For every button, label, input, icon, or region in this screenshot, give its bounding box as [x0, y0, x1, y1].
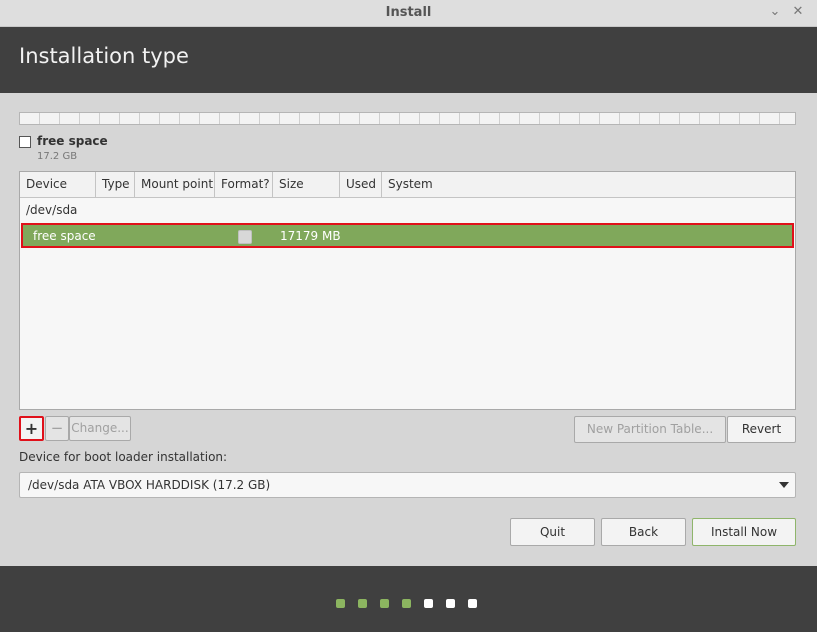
progress-footer — [0, 566, 817, 632]
column-used[interactable]: Used — [340, 172, 382, 197]
partition-table: Device Type Mount point Format? Size Use… — [19, 171, 796, 410]
disk-usage-bar — [19, 112, 796, 125]
format-checkbox[interactable] — [238, 230, 252, 244]
window-title: Install — [385, 5, 432, 20]
minimize-icon[interactable]: ⌄ — [767, 4, 783, 20]
install-now-button[interactable]: Install Now — [692, 518, 796, 546]
bootloader-device-select[interactable]: /dev/sda ATA VBOX HARDDISK (17.2 GB) — [19, 472, 796, 498]
column-format[interactable]: Format? — [215, 172, 273, 197]
free-space-legend-label: free space — [37, 134, 108, 148]
bootloader-label: Device for boot loader installation: — [19, 450, 228, 464]
column-system[interactable]: System — [382, 172, 795, 197]
progress-step-dot — [336, 599, 345, 608]
progress-step-dot — [380, 599, 389, 608]
dropdown-arrow-icon — [779, 482, 789, 488]
new-partition-table-button[interactable]: New Partition Table... — [574, 416, 726, 443]
table-row-free-space[interactable]: free space 17179 MB — [21, 223, 794, 248]
free-space-legend-size: 17.2 GB — [37, 151, 78, 162]
back-button[interactable]: Back — [601, 518, 686, 546]
table-row-device[interactable]: /dev/sda — [26, 203, 77, 217]
revert-button[interactable]: Revert — [727, 416, 796, 443]
progress-step-dot — [424, 599, 433, 608]
progress-step-dot — [468, 599, 477, 608]
free-space-legend-swatch — [19, 136, 31, 148]
progress-step-dot — [446, 599, 455, 608]
partition-table-header: Device Type Mount point Format? Size Use… — [20, 172, 795, 198]
change-partition-button[interactable]: Change... — [69, 416, 131, 441]
add-partition-button[interactable]: + — [19, 416, 44, 441]
free-space-device-cell: free space — [33, 229, 96, 243]
bootloader-selected-value: /dev/sda ATA VBOX HARDDISK (17.2 GB) — [28, 478, 271, 492]
column-type[interactable]: Type — [96, 172, 135, 197]
remove-partition-button[interactable]: − — [45, 416, 69, 441]
main-content: free space 17.2 GB Device Type Mount poi… — [0, 93, 817, 566]
page-header: Installation type — [0, 27, 817, 93]
quit-button[interactable]: Quit — [510, 518, 595, 546]
free-space-size-cell: 17179 MB — [280, 229, 341, 243]
page-title: Installation type — [19, 44, 189, 68]
column-mount-point[interactable]: Mount point — [135, 172, 215, 197]
close-icon[interactable]: ✕ — [790, 4, 806, 20]
progress-step-dot — [358, 599, 367, 608]
window-titlebar: Install ⌄ ✕ — [0, 0, 817, 27]
column-device[interactable]: Device — [20, 172, 96, 197]
progress-step-dot — [402, 599, 411, 608]
column-size[interactable]: Size — [273, 172, 340, 197]
